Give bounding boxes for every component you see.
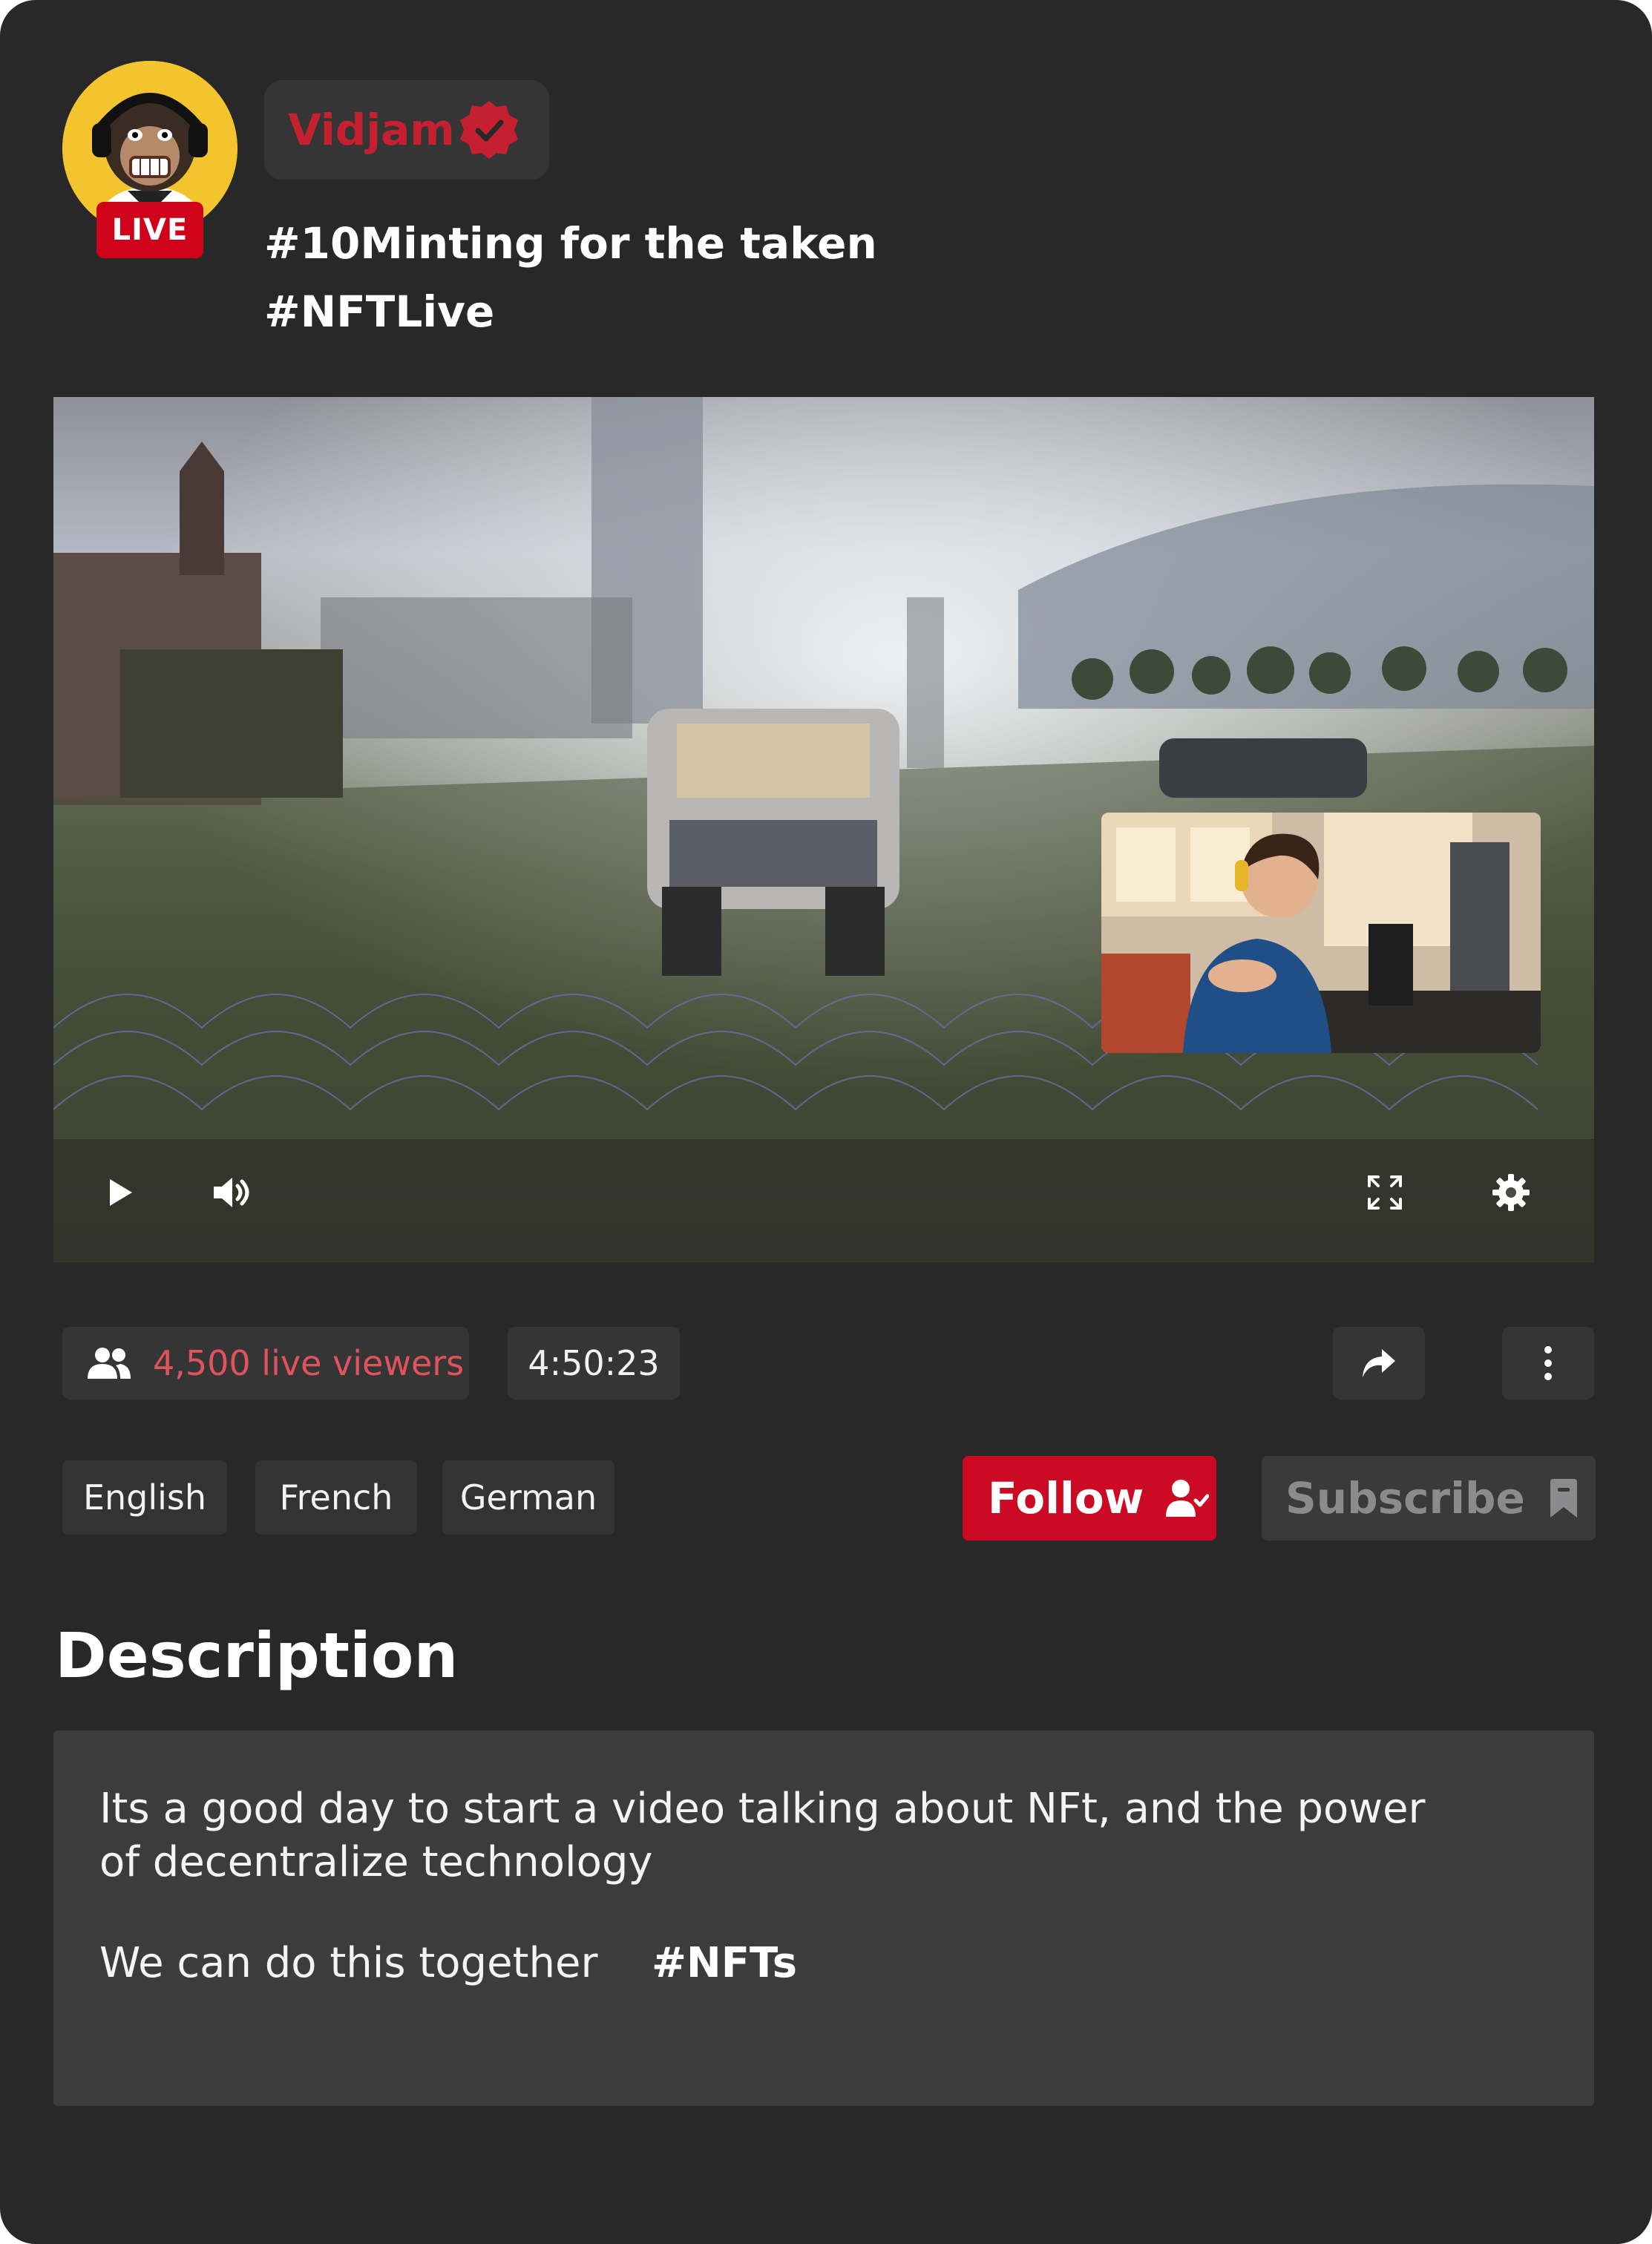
stream-title-line1: #10Minting for the taken (264, 218, 877, 269)
language-chip-english[interactable]: English (62, 1460, 227, 1535)
description-box: Its a good day to start a video talking … (53, 1730, 1594, 2106)
description-hashtag[interactable]: #NFTs (652, 1937, 797, 1990)
description-paragraph-1: Its a good day to start a video talking … (99, 1785, 1426, 1886)
play-icon (110, 1179, 132, 1206)
play-button[interactable] (98, 1170, 142, 1215)
channel-name-pill[interactable]: Vidjam (264, 80, 549, 180)
subscribe-button[interactable]: Subscribe (1262, 1456, 1596, 1541)
streamer-webcam-image (1101, 813, 1541, 1053)
fullscreen-icon (1368, 1175, 1402, 1210)
streamer-webcam-overlay[interactable] (1101, 813, 1541, 1053)
channel-name[interactable]: Vidjam (288, 105, 455, 155)
volume-button[interactable] (209, 1169, 257, 1216)
settings-button[interactable] (1487, 1169, 1535, 1216)
stream-duration-pill: 4:50:23 (508, 1327, 680, 1400)
description-paragraph-2: We can do this together (99, 1939, 598, 1987)
stream-title: #10Minting for the taken #NFTLive (264, 209, 877, 346)
subscribe-label: Subscribe (1285, 1473, 1525, 1523)
stream-duration: 4:50:23 (528, 1343, 660, 1383)
share-icon (1363, 1349, 1395, 1377)
verified-badge-icon (460, 101, 518, 159)
bookmark-icon (1550, 1479, 1577, 1518)
viewer-count: 4,500 live viewers (153, 1343, 465, 1383)
stream-title-line2: #NFTLive (264, 286, 495, 337)
more-vertical-icon (1544, 1346, 1552, 1380)
more-options-button[interactable] (1502, 1327, 1594, 1400)
users-icon (88, 1348, 131, 1379)
gear-icon (1492, 1174, 1530, 1211)
follow-label: Follow (988, 1473, 1144, 1523)
language-chip-french[interactable]: French (255, 1460, 417, 1535)
language-chip-german[interactable]: German (442, 1460, 614, 1535)
viewer-count-pill: 4,500 live viewers (62, 1327, 469, 1400)
fullscreen-button[interactable] (1361, 1169, 1409, 1216)
video-player[interactable] (53, 397, 1594, 1262)
live-stream-card: LIVE Vidjam #10Minting for the taken #NF… (0, 0, 1652, 2244)
follow-button[interactable]: Follow (963, 1456, 1216, 1541)
live-badge: LIVE (96, 202, 203, 258)
volume-icon (214, 1178, 249, 1207)
share-button[interactable] (1333, 1327, 1425, 1400)
follow-user-icon (1166, 1480, 1210, 1517)
description-heading: Description (55, 1619, 459, 1692)
